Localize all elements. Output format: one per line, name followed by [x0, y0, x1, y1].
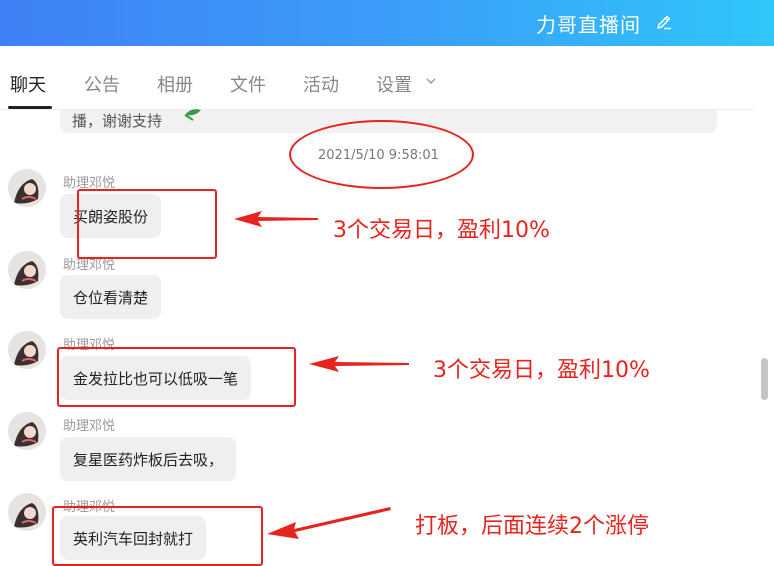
app-header: 力哥直播间 — [0, 0, 774, 46]
pencil-icon[interactable] — [655, 13, 673, 31]
arrow-icon — [267, 507, 391, 539]
message-text: 播，谢谢支持 — [72, 112, 163, 130]
avatar[interactable] — [8, 169, 46, 207]
tab-activity[interactable]: 活动 — [303, 71, 339, 97]
timestamp-highlight-ellipse — [289, 120, 474, 189]
tab-album[interactable]: 相册 — [157, 71, 193, 97]
scrollbar-thumb[interactable] — [761, 358, 768, 400]
avatar[interactable] — [8, 251, 46, 289]
sender-name: 助理邓悦 — [63, 419, 116, 434]
message-text: 仓位看清楚 — [73, 289, 149, 307]
avatar[interactable] — [8, 412, 46, 450]
arrow-icon — [309, 356, 409, 372]
message-bubble[interactable]: 复星医药炸板后去吸， — [60, 437, 237, 481]
tab-files[interactable]: 文件 — [230, 71, 266, 97]
avatar[interactable] — [8, 493, 46, 531]
scrollbar[interactable] — [756, 110, 774, 566]
message-text: 复星医药炸板后去吸， — [73, 451, 224, 469]
annotation-text: 3个交易日，盈利10% — [333, 218, 550, 243]
group-title: 力哥直播间 — [536, 13, 641, 37]
highlight-box — [52, 506, 263, 566]
tab-announcement[interactable]: 公告 — [84, 71, 120, 97]
annotation-text: 3个交易日，盈利10% — [433, 358, 650, 383]
arrow-icon — [234, 211, 318, 227]
tab-chat[interactable]: 聊天 — [10, 71, 46, 97]
leaf-emoji-icon — [184, 109, 201, 121]
chevron-down-icon[interactable] — [425, 75, 437, 87]
highlight-box — [57, 347, 296, 407]
message-bubble[interactable]: 仓位看清楚 — [60, 275, 162, 319]
tab-bar: 聊天 公告 相册 文件 活动 设置 — [0, 46, 774, 110]
avatar[interactable] — [8, 331, 46, 369]
tab-settings[interactable]: 设置 — [376, 71, 412, 97]
highlight-box — [77, 189, 217, 259]
annotation-text: 打板，后面连续2个涨停 — [415, 514, 649, 539]
